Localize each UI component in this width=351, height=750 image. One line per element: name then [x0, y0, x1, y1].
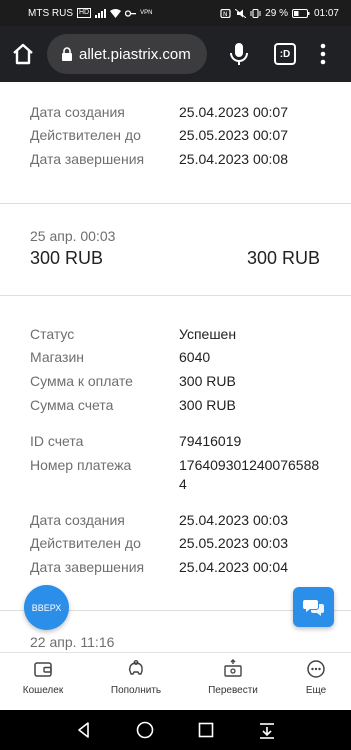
detail-row-payment-number: Номер платежа 176409301240076588 4: [30, 457, 330, 499]
nav-transfer[interactable]: Перевести: [193, 659, 273, 707]
notification-pull-icon[interactable]: [257, 720, 277, 740]
detail-label: Дата создания: [30, 512, 125, 528]
wallet-icon: [34, 662, 52, 677]
detail-label: Действителен до: [30, 127, 141, 143]
key-icon: [125, 9, 137, 17]
nav-label: Кошелек: [22, 685, 64, 696]
detail-row-date-created: Дата создания 25.04.2023 00:03: [30, 512, 330, 532]
detail-label: Магазин: [30, 349, 85, 365]
overflow-menu-icon[interactable]: [316, 42, 330, 66]
clock: 01:07: [313, 7, 339, 19]
detail-row-valid-until: Действителен до 25.05.2023 00:03: [30, 535, 330, 555]
detail-value: 6040: [179, 349, 211, 365]
detail-value: 300 RUB: [179, 373, 236, 389]
recents-icon[interactable]: [196, 720, 216, 740]
detail-row-status: Статус Успешен: [30, 326, 330, 346]
mute-icon: [235, 8, 247, 18]
detail-label: Дата создания: [30, 104, 125, 120]
detail-value: 25.04.2023 00:04: [179, 559, 288, 575]
nav-top-up[interactable]: Пополнить: [96, 659, 176, 707]
address-bar[interactable]: allet.piastrix.com: [47, 34, 207, 74]
detail-label: Дата завершения: [30, 151, 145, 167]
transfer-icon: [224, 659, 242, 677]
piggy-bank-icon: [128, 660, 143, 675]
bottom-navigation: Кошелек Пополнить Перевести Еще: [0, 652, 351, 710]
detail-row-date-completed: Дата завершения 25.04.2023 00:04: [30, 559, 330, 579]
system-navigation-bar: [0, 710, 351, 750]
wifi-icon: [110, 8, 122, 18]
detail-label: Действителен до: [30, 535, 141, 551]
signal-icon: [95, 8, 107, 18]
nav-label: Перевести: [208, 685, 258, 696]
home-icon[interactable]: [10, 41, 36, 67]
detail-row-valid-until: Действителен до 25.05.2023 00:07: [30, 127, 330, 147]
detail-label: Номер платежа: [30, 457, 132, 473]
detail-row-shop: Магазин 6040: [30, 349, 330, 369]
nav-more[interactable]: Еще: [276, 659, 351, 707]
chat-button[interactable]: [293, 587, 334, 627]
detail-value: 25.05.2023 00:03: [179, 535, 288, 551]
carrier-name: MTS RUS: [28, 7, 73, 19]
detail-row-date-created: Дата создания 25.04.2023 00:07: [30, 104, 330, 124]
nav-wallet[interactable]: Кошелек: [3, 659, 83, 707]
detail-label: ID счета: [30, 433, 84, 449]
battery-icon: [291, 8, 310, 18]
battery-percent: 29 %: [265, 7, 288, 19]
detail-value: 25.04.2023 00:03: [179, 512, 288, 528]
more-icon: [307, 660, 325, 678]
nav-label: Еще: [305, 685, 327, 696]
detail-row-date-completed: Дата завершения 25.04.2023 00:08: [30, 151, 330, 171]
chat-bubbles-icon: [302, 600, 324, 616]
detail-value: 300 RUB: [179, 397, 236, 413]
transaction-date[interactable]: 25 апр. 00:03: [30, 228, 115, 244]
detail-value: 25.04.2023 00:07: [179, 104, 288, 120]
tab-switcher-button[interactable]: :D: [274, 43, 296, 65]
transaction-total[interactable]: 300 RUB: [247, 248, 320, 269]
nav-label: Пополнить: [110, 685, 162, 696]
divider: [0, 295, 351, 296]
detail-value: 25.04.2023 00:08: [179, 151, 288, 167]
scroll-to-top-button[interactable]: ВВЕРХ: [24, 585, 69, 630]
detail-label: Дата завершения: [30, 559, 145, 575]
vpn-label: VPN: [140, 10, 153, 16]
detail-label: Статус: [30, 326, 75, 342]
home-circle-icon[interactable]: [135, 720, 155, 740]
status-value: Успешен: [179, 326, 237, 342]
detail-row-pay-sum: Сумма к оплате 300 RUB: [30, 373, 330, 393]
detail-value-continued: 4: [179, 476, 187, 492]
transaction-list: Дата создания 25.04.2023 00:07 Действите…: [0, 82, 351, 652]
detail-label: Сумма к оплате: [30, 373, 133, 389]
detail-row-invoice-sum: Сумма счета 300 RUB: [30, 397, 330, 417]
detail-value: 79416019: [179, 433, 242, 449]
divider: [0, 203, 351, 204]
url-text: allet.piastrix.com: [79, 45, 191, 63]
vibrate-icon: [250, 8, 261, 18]
hd-badge: HD: [77, 8, 92, 18]
browser-toolbar: allet.piastrix.com :D: [0, 26, 351, 82]
detail-value: 176409301240076588: [179, 457, 320, 473]
svg-text:N: N: [223, 11, 228, 18]
lock-icon: [62, 47, 72, 61]
detail-value: 25.05.2023 00:07: [179, 127, 288, 143]
status-bar: MTS RUS HD VPN N 29 % 01:07: [0, 0, 351, 26]
transaction-amount[interactable]: 300 RUB: [30, 248, 103, 269]
microphone-icon[interactable]: [228, 42, 250, 66]
nfc-icon: N: [220, 8, 231, 18]
transaction-date[interactable]: 22 апр. 11:16: [30, 634, 114, 650]
detail-label: Сумма счета: [30, 397, 114, 413]
detail-row-invoice-id: ID счета 79416019: [30, 433, 330, 453]
back-icon[interactable]: [74, 720, 94, 740]
